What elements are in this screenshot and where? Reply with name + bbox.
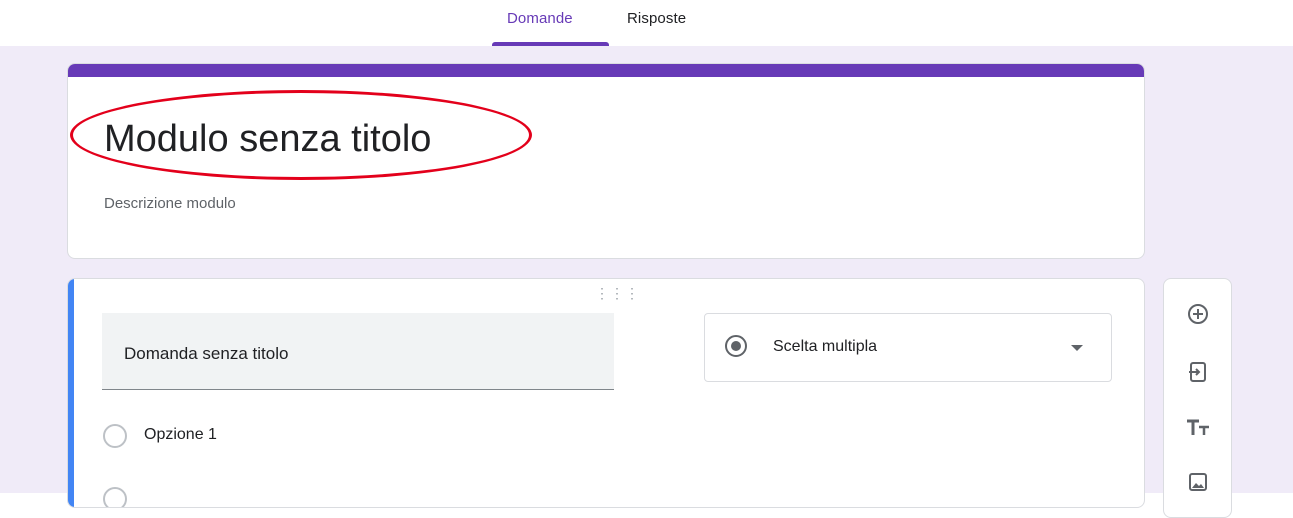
form-header-card: Modulo senza titolo Descrizione modulo <box>67 63 1145 259</box>
tab-risposte[interactable]: Risposte <box>627 10 686 27</box>
question-card[interactable]: ⋮⋮⋮ Domanda senza titolo Scelta multipla… <box>67 278 1145 508</box>
header-color-band <box>68 64 1144 77</box>
chevron-down-icon <box>1071 345 1083 351</box>
question-title-field[interactable]: Domanda senza titolo <box>102 313 614 390</box>
radio-option-icon <box>103 424 127 448</box>
add-image-icon[interactable] <box>1184 468 1212 496</box>
import-questions-icon[interactable] <box>1184 358 1212 386</box>
form-title[interactable]: Modulo senza titolo <box>104 118 431 161</box>
drag-handle-icon[interactable]: ⋮⋮⋮ <box>595 286 640 300</box>
tab-domande[interactable]: Domande <box>507 10 573 27</box>
radio-type-icon <box>725 335 747 357</box>
question-title[interactable]: Domanda senza titolo <box>124 344 288 364</box>
add-title-icon[interactable] <box>1184 414 1212 442</box>
option-label[interactable]: Opzione 1 <box>144 426 217 444</box>
form-description[interactable]: Descrizione modulo <box>104 195 236 212</box>
question-active-accent <box>68 279 74 507</box>
side-toolbar <box>1163 278 1232 518</box>
question-type-dropdown[interactable]: Scelta multipla <box>704 313 1112 382</box>
question-type-label: Scelta multipla <box>773 338 878 355</box>
top-tab-bar: Domande Risposte <box>0 0 1293 46</box>
add-question-icon[interactable] <box>1184 300 1212 328</box>
radio-option-icon <box>103 487 127 507</box>
